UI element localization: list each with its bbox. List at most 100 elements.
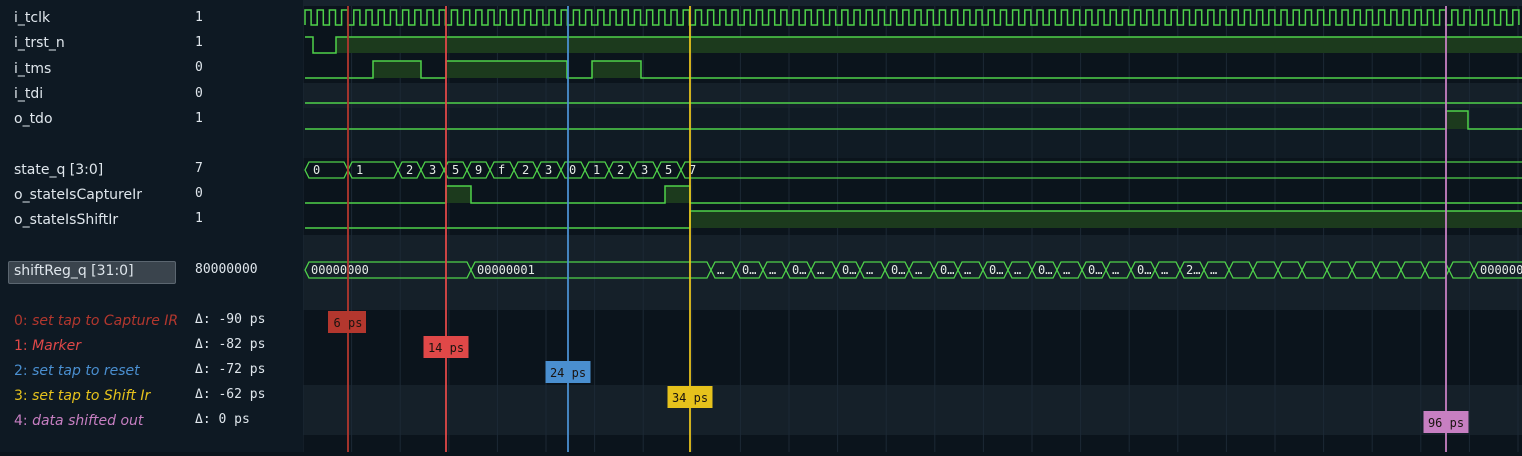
- marker-label: set tap to reset: [32, 363, 140, 379]
- row-band: [303, 83, 1522, 108]
- capture-waveform: [305, 185, 1522, 204]
- shiftreg-segment-label: …: [717, 263, 724, 277]
- shiftreg-segment-label: …: [964, 263, 971, 277]
- marker-name-1[interactable]: 1: Marker: [14, 338, 81, 354]
- shiftreg-segment-label: 0…: [940, 263, 954, 277]
- marker-name-4[interactable]: 4: data shifted out: [14, 413, 143, 429]
- shiftreg-segment-label: …: [1112, 263, 1119, 277]
- clock-waveform: [304, 9, 1520, 26]
- shiftreg-segment-label: …: [1063, 263, 1070, 277]
- marker-index: 0:: [14, 313, 28, 329]
- signal-name-selected[interactable]: shiftReg_q [31:0]: [14, 263, 134, 279]
- shiftreg-segment-label: 00000000: [311, 263, 369, 277]
- signal-value: 1: [195, 10, 203, 25]
- shiftreg-segment-label: …: [915, 263, 922, 277]
- signal-name[interactable]: state_q [3:0]: [14, 162, 103, 178]
- signal-value: 1: [195, 111, 203, 126]
- waveform-viewer: i_tclk i_trst_n i_tms i_tdi o_tdo state_…: [0, 0, 1522, 452]
- signal-value: 1: [195, 35, 203, 50]
- marker-delta: Δ: -62 ps: [195, 387, 266, 402]
- marker-label: set tap to Capture IR: [32, 313, 179, 329]
- signal-value: 1: [195, 211, 203, 226]
- trst-fill: [336, 37, 1522, 53]
- shiftreg-segment-label: 0…: [792, 263, 806, 277]
- shiftreg-segment-label: 0…: [891, 263, 905, 277]
- marker-time-label: 14 ps: [428, 341, 464, 355]
- signal-name[interactable]: i_tms: [14, 61, 51, 77]
- signal-name[interactable]: i_tdi: [14, 86, 43, 102]
- state-segment: [304, 161, 349, 179]
- signal-value: 80000000: [195, 262, 258, 277]
- row-band: [303, 108, 1522, 158]
- shiftreg-segment-label: 0…: [1038, 263, 1052, 277]
- signal-name[interactable]: o_stateIsShiftIr: [14, 212, 118, 228]
- shiftreg-segment-label: …: [769, 263, 776, 277]
- shiftreg-segment-label: …: [1161, 263, 1168, 277]
- state-segment-label: 9: [475, 163, 482, 177]
- state-segment-label: f: [498, 163, 505, 177]
- signal-value: 0: [195, 60, 203, 75]
- marker-name-0[interactable]: 0: set tap to Capture IR: [14, 313, 178, 329]
- signal-name[interactable]: i_trst_n: [14, 35, 65, 51]
- signal-name[interactable]: o_stateIsCaptureIr: [14, 187, 142, 203]
- shiftreg-segment-label: …: [1014, 263, 1021, 277]
- shiftreg-segment-label: 00000001: [477, 263, 535, 277]
- state-segment-label: 2: [406, 163, 413, 177]
- state-segment-label: 3: [545, 163, 552, 177]
- marker-time-label: 96 ps: [1428, 416, 1464, 430]
- marker-delta: Δ: -90 ps: [195, 312, 266, 327]
- marker-label: set tap to Shift Ir: [32, 388, 151, 404]
- signal-values-panel: 1 1 0 0 1 7 0 1 80000000 Δ: -90 ps Δ: -8…: [183, 0, 303, 452]
- state-segment-label: 2: [522, 163, 529, 177]
- state-segment-label: 2: [617, 163, 624, 177]
- tms-fill: [592, 61, 641, 78]
- state-segment-label: 1: [356, 163, 363, 177]
- marker-index: 1:: [14, 338, 28, 354]
- marker-name-2[interactable]: 2: set tap to reset: [14, 363, 140, 379]
- marker-time-label: 24 ps: [550, 366, 586, 380]
- tdo-fill: [1446, 111, 1468, 129]
- signal-value: 0: [195, 86, 203, 101]
- signal-value: 0: [195, 186, 203, 201]
- state-segment-label: 3: [641, 163, 648, 177]
- waveform-area[interactable]: 0 1 2 3 5 9 f 2 3 0 1 2 3 5 7 00000000 00000001… 0…… 0…… 0……: [302, 0, 1522, 452]
- marker-name-3[interactable]: 3: set tap to Shift Ir: [14, 388, 150, 404]
- shiftreg-segment-label: 0…: [1137, 263, 1151, 277]
- shiftreg-segment-label: …: [817, 263, 824, 277]
- marker-delta: Δ: -82 ps: [195, 337, 266, 352]
- shiftreg-segment-label: …: [866, 263, 873, 277]
- capture-fill: [446, 186, 471, 203]
- capture-fill: [665, 186, 690, 203]
- row-band: [303, 0, 1522, 6]
- marker-time-label: 34 ps: [672, 391, 708, 405]
- marker-delta: Δ: -72 ps: [195, 362, 266, 377]
- shiftreg-segment-label: …: [1210, 263, 1217, 277]
- shiftreg-segment-label: 0…: [989, 263, 1003, 277]
- state-segment: [680, 161, 1522, 179]
- waveform-canvas[interactable]: 0 1 2 3 5 9 f 2 3 0 1 2 3 5 700000000 00000001… 0…… 0…… 0……: [302, 0, 1522, 452]
- state-segment-label: 0: [569, 163, 576, 177]
- row-band: [303, 385, 1522, 435]
- shiftreg-segment-label: 0000000: [1480, 263, 1522, 277]
- signal-name[interactable]: i_tclk: [14, 10, 50, 26]
- shift-fill: [690, 211, 1522, 228]
- tms-fill: [446, 61, 567, 78]
- state-segment-label: 3: [429, 163, 436, 177]
- state-segment-label: 0: [313, 163, 320, 177]
- signal-name[interactable]: o_tdo: [14, 111, 53, 127]
- marker-index: 2:: [14, 363, 28, 379]
- shiftreg-segment-label: 2…: [1186, 263, 1200, 277]
- shiftreg-segment-label: 0…: [842, 263, 856, 277]
- signal-value: 7: [195, 161, 203, 176]
- marker-index: 3:: [14, 388, 28, 404]
- state-segment-label: 1: [593, 163, 600, 177]
- marker-label: data shifted out: [32, 413, 144, 429]
- marker-label: Marker: [32, 338, 81, 354]
- signal-names-panel: i_tclk i_trst_n i_tms i_tdi o_tdo state_…: [0, 0, 183, 452]
- state-segment-label: 5: [452, 163, 459, 177]
- shiftreg-segment-label: 0…: [742, 263, 756, 277]
- shiftreg-segment-label: 0…: [1088, 263, 1102, 277]
- marker-delta: Δ: 0 ps: [195, 412, 250, 427]
- state-segment-label: 5: [665, 163, 672, 177]
- marker-index: 4:: [14, 413, 28, 429]
